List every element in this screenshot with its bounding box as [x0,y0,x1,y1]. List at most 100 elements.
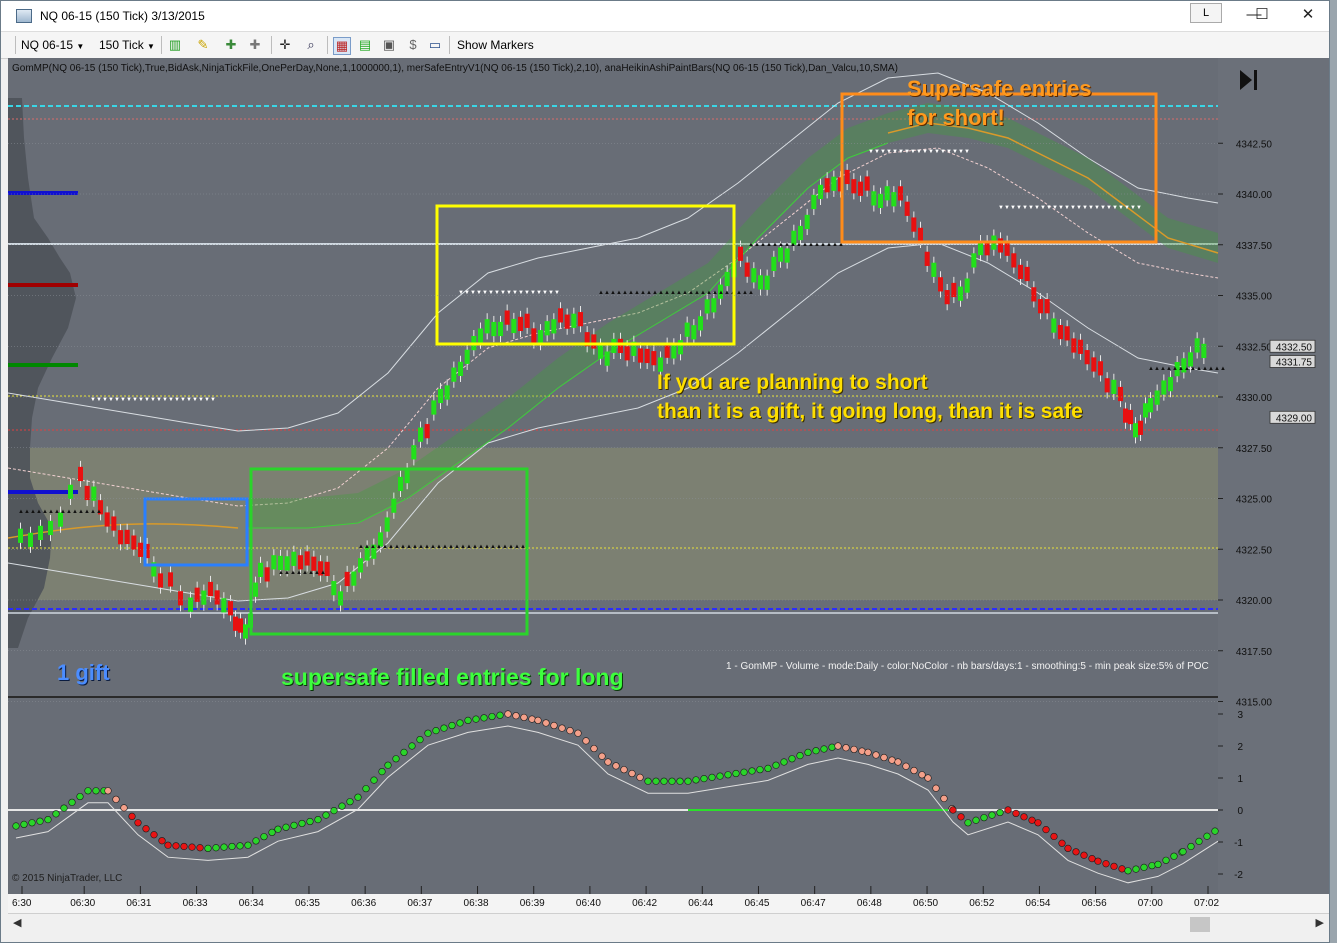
show-markers-button[interactable]: Show Markers [457,36,534,54]
oscillator-dot [1034,819,1042,827]
oscillator-dot [660,777,668,785]
oscillator-dot [1102,860,1110,868]
candle [551,319,557,334]
candle [458,361,463,376]
scroll-thumb[interactable] [1190,917,1210,932]
data-box-icon[interactable]: ▣ [381,37,397,53]
gift-annotation-line-2: than it is a gift, it going long, than i… [657,400,1083,423]
instrument-selector[interactable]: NQ 06-15 ▼ [21,36,84,54]
candle [864,176,870,191]
candle [168,572,173,587]
candle [131,535,137,550]
candle [778,247,783,262]
oscillator-dot [676,777,684,785]
candle [924,251,930,266]
magnifier-icon[interactable]: ⌕ [303,37,319,53]
candle [918,227,923,242]
properties-icon[interactable]: $ [405,37,421,53]
strategies-icon[interactable]: ▤ [357,37,373,53]
scroll-right-icon[interactable]: ▶ [1316,916,1324,929]
time-tick-label: 06:36 [351,898,376,909]
candle [698,316,703,331]
candle [258,562,263,577]
oscillator-dot [804,748,812,757]
maximize-button[interactable]: ☐ [1239,1,1285,31]
candle [1104,378,1110,393]
long-entry-marker: ▲ [320,570,326,576]
candle [678,340,683,355]
oscillator-dot [894,758,902,766]
oscillator-dot [902,762,910,770]
bar-style-icon[interactable]: ▥ [167,37,183,53]
oscillator-dot [252,837,260,845]
link-button[interactable]: L [1190,3,1222,23]
oscillator-dot [636,773,644,781]
gommp-info: 1 - GomMP - Volume - mode:Daily - color:… [726,661,1209,672]
jump-to-end-bar[interactable] [1254,70,1257,90]
zoom-in-icon[interactable]: ✚ [223,37,239,53]
close-button[interactable]: ✕ [1285,1,1331,31]
candle [478,328,483,343]
oscillator-dot [12,822,20,830]
candle [1031,287,1037,302]
oscillator-dot [872,751,880,759]
candle [464,349,470,364]
price-chart[interactable]: ▼ ▼ ▼ ▼ ▼ ▼ ▼ ▼ ▼ ▼ ▼ ▼ ▼ ▼ ▼ ▼ ▼ ▼ ▼ ▼ ▼ ▼ ▼ ▼ ▼ ▼ ▼ ▼ ▼ ▼ ▼ ▼ ▼ ▼ ▼ ▼ ▼ ▼ ▼ ▼… [8,58,1329,915]
candle [344,571,350,587]
oscillator-dot [668,777,676,785]
candle [1004,241,1010,256]
copyright: © 2015 NinjaTrader, LLC [12,873,123,884]
horizontal-scrollbar[interactable]: ◀ ▶ [8,913,1329,936]
oscillator-dot [1170,852,1178,860]
candle [818,184,823,200]
oscillator-dot [708,773,716,781]
oscillator-dot [550,721,558,730]
candle [571,313,577,328]
oscillator-dot [1118,865,1126,873]
crosshair-icon[interactable]: ✛ [277,37,293,53]
oscillator-dot [1124,867,1132,875]
scroll-left-icon[interactable]: ◀ [13,916,21,929]
price-tick-label: 4327.50 [1236,444,1273,455]
candle [598,344,603,359]
candle [178,591,183,606]
oscillator-dot [980,814,988,822]
oscillator-dot [558,724,566,732]
candle [253,582,258,597]
candle [871,191,877,206]
candle [651,351,657,366]
candle [844,169,850,185]
osc-tick-label: 0 [1237,806,1243,817]
candle [644,348,650,364]
interval-selector[interactable]: 150 Tick ▼ [99,36,155,54]
candle [1123,408,1128,423]
oscillator-dot [864,748,872,757]
oscillator-dot [362,785,370,793]
candle [351,571,357,586]
candle [298,555,303,570]
candle [624,346,630,361]
drawing-tool-icon[interactable]: ✎ [195,37,211,53]
candle [438,388,443,404]
window-icon[interactable]: ▭ [427,37,443,53]
oscillator-dot [1132,865,1140,873]
candle [1044,299,1050,314]
indicators-icon[interactable]: ▦ [333,37,351,55]
zoom-out-icon[interactable]: ✚ [247,37,263,53]
candle [798,225,803,241]
oscillator-dot [748,767,756,775]
window-title: NQ 06-15 (150 Tick) 3/13/2015 [40,9,205,23]
oscillator-dot [780,758,788,766]
oscillator-dot [268,828,276,837]
long-entry-marker: ▲ [748,290,754,296]
chevron-down-icon: ▼ [76,42,85,51]
candle [944,290,950,305]
candle [484,319,490,334]
candle [1011,253,1017,268]
oscillator-dot [212,844,220,852]
long-entry-marker: ▲ [1220,366,1226,372]
candle [1128,409,1133,425]
interval-label: 150 Tick [99,38,144,52]
time-tick-label: 06:50 [913,898,938,909]
oscillator-dot [282,823,290,831]
